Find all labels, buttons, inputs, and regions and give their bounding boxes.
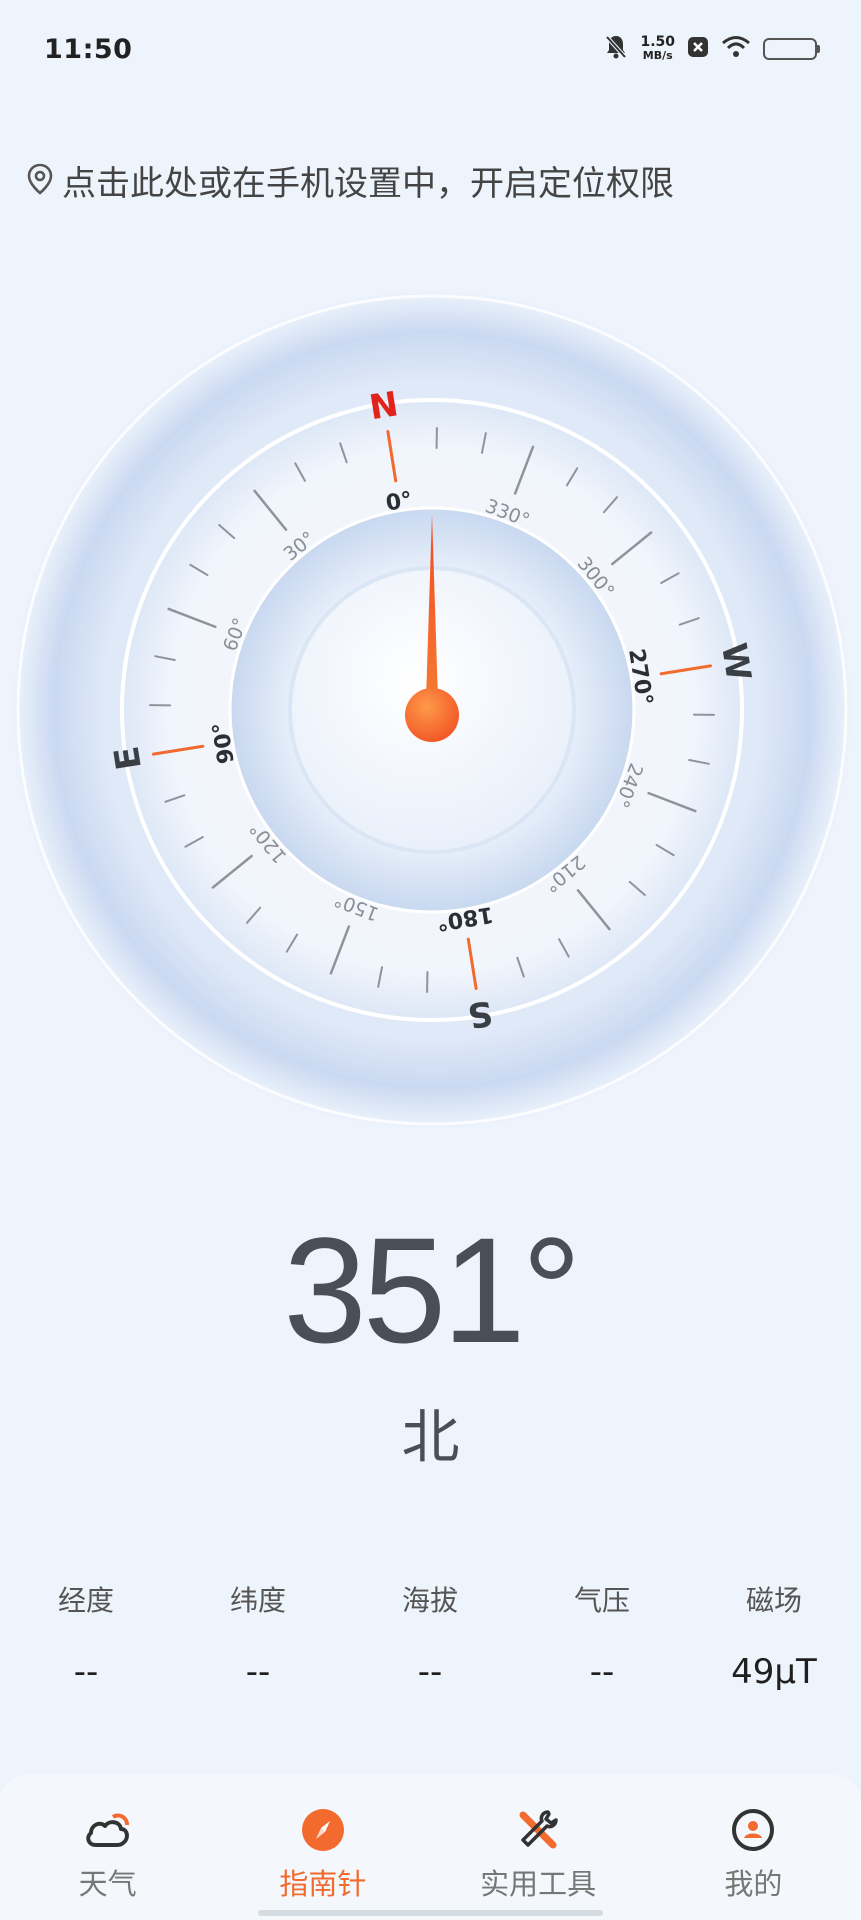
nav-item-tools[interactable]: 实用工具 xyxy=(431,1775,646,1920)
net-speed: 1.50 MB/s xyxy=(640,34,675,62)
location-permission-text: 点击此处或在手机设置中，开启定位权限 xyxy=(62,164,674,204)
nav-label: 天气 xyxy=(78,1867,137,1901)
info-value: -- xyxy=(589,1652,615,1692)
nav-item-compass[interactable]: 指南针 xyxy=(215,1775,430,1920)
info-pressure: 气压 -- xyxy=(516,1575,688,1697)
nav-label: 实用工具 xyxy=(480,1867,597,1901)
info-value: -- xyxy=(245,1652,271,1692)
info-label: 经度 xyxy=(57,1584,114,1617)
battery-icon xyxy=(763,38,820,60)
home-indicator[interactable] xyxy=(258,1910,603,1916)
compass-icon xyxy=(298,1805,348,1855)
info-altitude: 海拔 -- xyxy=(344,1575,516,1697)
compass-graphic: 0°30°60°90°120°150° 180°210°240°270°300°3… xyxy=(12,290,852,1130)
info-latitude: 纬度 -- xyxy=(172,1575,344,1697)
status-bar: 11:50 1.50 MB/s xyxy=(0,0,861,100)
nav-label: 指南针 xyxy=(279,1867,367,1901)
info-value: 49μT xyxy=(731,1652,817,1692)
sensor-info-row: 经度 -- 纬度 -- 海拔 -- 气压 -- 磁场 49μT xyxy=(0,1575,861,1697)
info-longitude: 经度 -- xyxy=(0,1575,172,1697)
heading-direction: 北 xyxy=(401,1403,460,1471)
bottom-nav: 天气 指南针 实用工具 我的 xyxy=(0,1775,861,1920)
tools-icon xyxy=(513,1805,563,1855)
info-label: 磁场 xyxy=(745,1584,802,1617)
heading-degrees: 351° xyxy=(283,1206,581,1374)
compass-dial: 0° 30° 60° 90° 120° 150° 180° 210° 240° 270° 300° 3… xyxy=(0,280,861,1140)
info-label: 海拔 xyxy=(401,1584,458,1617)
compass-screen: 11:50 1.50 MB/s 点击此处或在手机设置中，开启定位权限 0° 30… xyxy=(0,0,861,1920)
info-label: 气压 xyxy=(573,1584,630,1617)
info-value: -- xyxy=(73,1652,99,1692)
profile-icon xyxy=(728,1805,778,1855)
nav-item-profile[interactable]: 我的 xyxy=(646,1775,861,1920)
wifi-icon xyxy=(721,35,751,63)
info-value: -- xyxy=(417,1652,443,1692)
info-magnetic-field: 磁场 49μT xyxy=(688,1575,860,1697)
nav-label: 我的 xyxy=(724,1867,783,1901)
info-label: 纬度 xyxy=(229,1584,286,1617)
location-pin-icon xyxy=(26,163,54,199)
cloud-sun-icon xyxy=(83,1805,133,1855)
nav-item-weather[interactable]: 天气 xyxy=(0,1775,215,1920)
compass-hub xyxy=(405,688,459,742)
mute-bell-icon xyxy=(604,34,628,64)
close-badge-icon xyxy=(687,36,709,62)
dial-degree-label: 0° xyxy=(384,488,414,517)
status-icons: 1.50 MB/s xyxy=(604,34,820,64)
cardinal-w: W xyxy=(713,640,758,683)
status-time: 11:50 xyxy=(44,34,133,65)
location-permission-banner[interactable]: 点击此处或在手机设置中，开启定位权限 xyxy=(26,156,674,205)
